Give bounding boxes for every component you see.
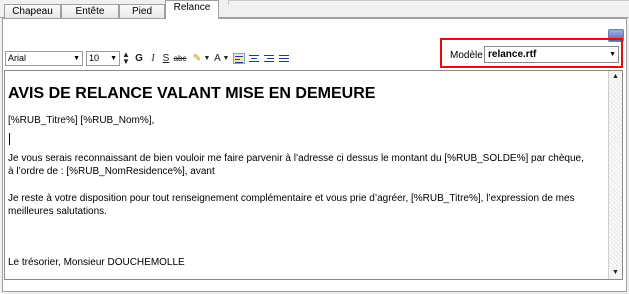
letter-paragraph-1-line-1: Je vous serais reconnaissant de bien vou… bbox=[8, 153, 584, 164]
font-name-value: Arial bbox=[8, 53, 27, 63]
align-left-icon[interactable] bbox=[233, 53, 245, 64]
tab-entete[interactable]: Entête bbox=[61, 4, 119, 18]
italic-button[interactable]: I bbox=[148, 51, 158, 66]
rich-text-editor[interactable]: AVIS DE RELANCE VALANT MISE EN DEMEURE [… bbox=[4, 70, 623, 280]
letter-paragraph-2-line-2: meilleures salutations. bbox=[8, 206, 107, 217]
text-caret bbox=[9, 133, 10, 145]
model-select-value: relance.rtf bbox=[488, 49, 537, 60]
font-size-combo[interactable]: 10 ▼ bbox=[86, 51, 120, 66]
align-right-icon[interactable] bbox=[263, 53, 275, 64]
tab-strip-gutter bbox=[228, 0, 629, 5]
bold-button[interactable]: G bbox=[133, 51, 145, 66]
underline-button[interactable]: S bbox=[161, 51, 171, 66]
letter-salutation: [%RUB_Titre%] [%RUB_Nom%], bbox=[8, 115, 155, 126]
letter-paragraph-1-line-2: à l’ordre de : [%RUB_NomResidence%], ava… bbox=[8, 166, 215, 177]
tab-chapeau[interactable]: Chapeau bbox=[4, 4, 61, 18]
highlight-pen-icon[interactable]: ✎ bbox=[191, 51, 203, 66]
font-size-value: 10 bbox=[89, 53, 100, 63]
model-label: Modèle : bbox=[450, 50, 489, 61]
tab-pied[interactable]: Pied bbox=[119, 4, 165, 18]
chevron-down-icon: ▼ bbox=[609, 51, 616, 58]
chevron-down-icon: ▼ bbox=[110, 55, 117, 62]
strikethrough-button[interactable]: abc bbox=[173, 51, 187, 66]
font-name-combo[interactable]: Arial ▼ bbox=[5, 51, 83, 66]
scroll-up-icon[interactable]: ▲ bbox=[609, 71, 622, 83]
tab-strip: Chapeau Entête Pied Relance bbox=[0, 0, 629, 19]
letter-signature: Le trésorier, Monsieur DOUCHEMOLLE bbox=[8, 257, 185, 268]
letter-heading: AVIS DE RELANCE VALANT MISE EN DEMEURE bbox=[8, 85, 376, 102]
chevron-down-icon[interactable]: ▼ bbox=[222, 51, 230, 66]
tab-relance[interactable]: Relance bbox=[165, 0, 219, 19]
model-select[interactable]: relance.rtf ▼ bbox=[484, 46, 619, 63]
font-size-stepper[interactable]: ▲ ▼ bbox=[122, 51, 130, 66]
vertical-scrollbar[interactable]: ▲ ▼ bbox=[608, 71, 622, 279]
scroll-down-icon[interactable]: ▼ bbox=[609, 267, 622, 279]
letter-paragraph-2-line-1: Je reste à votre disposition pour tout r… bbox=[8, 193, 575, 204]
align-justify-icon[interactable] bbox=[278, 53, 290, 64]
chevron-down-icon[interactable]: ▼ bbox=[203, 51, 211, 66]
align-center-icon[interactable] bbox=[248, 53, 260, 64]
chevron-down-icon: ▼ bbox=[73, 55, 80, 62]
font-color-button[interactable]: A bbox=[213, 51, 222, 66]
